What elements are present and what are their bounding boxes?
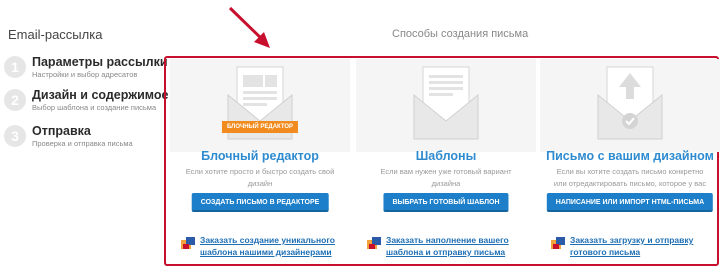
order-link-3[interactable]: Заказать загрузку и отправку готового пи… xyxy=(550,234,720,260)
step-subtitle: Проверка и отправка письма xyxy=(32,139,133,148)
step-2-design[interactable]: 2 Дизайн и содержимое Выбор шаблона и со… xyxy=(4,88,174,120)
column-description: Если вам нужен уже готовый вариант дизай… xyxy=(380,167,512,188)
step-3-send[interactable]: 3 Отправка Проверка и отправка письма xyxy=(4,124,174,156)
step-subtitle: Настройки и выбор адресатов xyxy=(32,70,138,79)
order-link-2[interactable]: Заказать наполнение вашего шаблона и отп… xyxy=(366,234,536,260)
column-description: Если хотите просто и быстро создать свой… xyxy=(185,167,335,188)
designer-order-icon xyxy=(367,237,381,249)
order-link-text[interactable]: Заказать создание уникального шаблона на… xyxy=(200,234,350,258)
block-editor-badge: БЛОЧНЫЙ РЕДАКТОР xyxy=(221,121,299,133)
step-number: 3 xyxy=(4,125,26,147)
designer-order-icon xyxy=(181,237,195,249)
sidebar-title: Email-рассылка xyxy=(8,27,103,42)
column-title: Письмо с вашим дизайном xyxy=(546,149,714,163)
step-title: Параметры рассылки xyxy=(32,55,168,69)
step-number: 1 xyxy=(4,56,26,78)
step-1-parameters[interactable]: 1 Параметры рассылки Настройки и выбор а… xyxy=(4,55,174,87)
step-title: Отправка xyxy=(32,124,91,138)
order-link-text[interactable]: Заказать загрузку и отправку готового пи… xyxy=(570,234,720,258)
annotation-arrow-icon xyxy=(228,6,270,48)
template-envelope-icon xyxy=(413,66,479,140)
import-html-button[interactable]: НАПИСАНИЕ ИЛИ ИМПОРТ HTML-ПИСЬМА xyxy=(546,193,714,212)
choose-template-button[interactable]: ВЫБРАТЬ ГОТОВЫЙ ШАБЛОН xyxy=(383,193,509,212)
option-custom-design: Письмо с вашим дизайном Если вы хотите с… xyxy=(540,59,720,264)
upload-envelope-icon xyxy=(597,66,663,140)
step-subtitle: Выбор шаблона и создание письма xyxy=(32,103,157,112)
order-link-text[interactable]: Заказать наполнение вашего шаблона и отп… xyxy=(386,234,536,258)
order-link-1[interactable]: Заказать создание уникального шаблона на… xyxy=(180,234,350,260)
page-title: Способы создания письма xyxy=(392,28,529,40)
option-templates: Шаблоны Если вам нужен уже готовый вариа… xyxy=(356,59,536,264)
column-title: Блочный редактор xyxy=(201,149,319,163)
option-block-editor: БЛОЧНЫЙ РЕДАКТОР Блочный редактор Если х… xyxy=(170,59,350,264)
designer-order-icon xyxy=(551,237,565,249)
step-title: Дизайн и содержимое xyxy=(32,88,169,102)
column-title: Шаблоны xyxy=(415,149,477,163)
step-number: 2 xyxy=(4,89,26,111)
create-in-editor-button[interactable]: СОЗДАТЬ ПИСЬМО В РЕДАКТОРЕ xyxy=(191,193,329,212)
